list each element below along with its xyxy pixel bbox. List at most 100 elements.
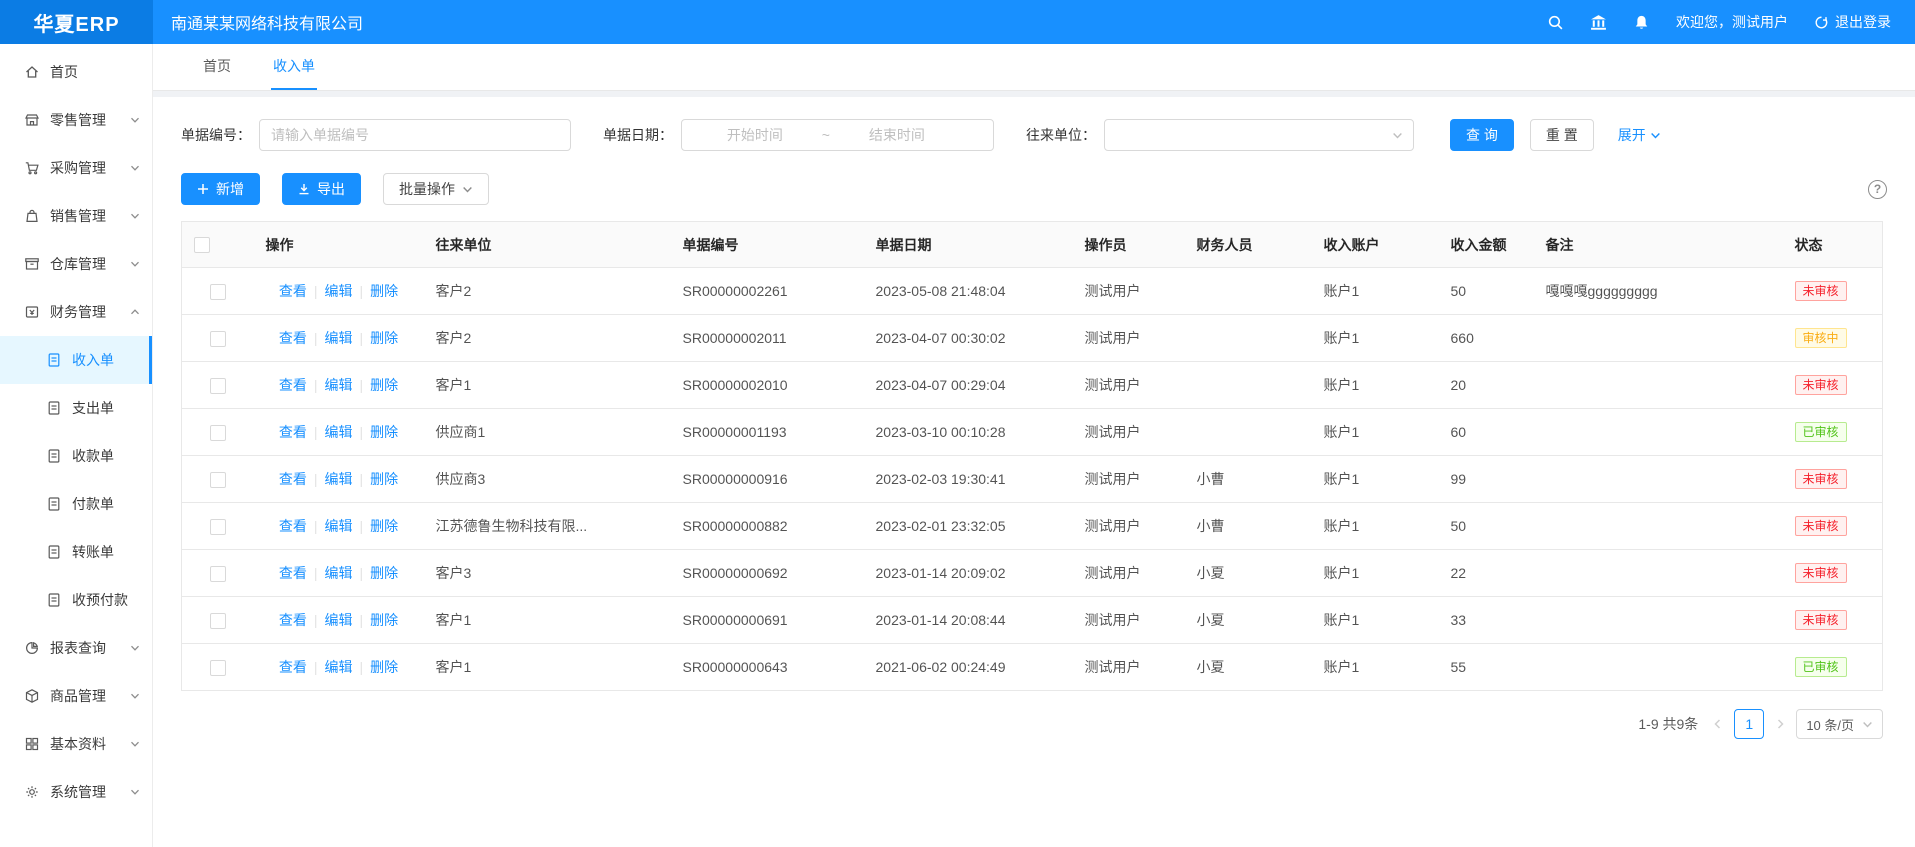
retail-icon xyxy=(24,112,40,128)
view-link[interactable]: 查看 xyxy=(279,471,307,487)
row-checkbox[interactable] xyxy=(210,660,226,676)
page-size-select[interactable]: 10 条/页 xyxy=(1796,709,1883,739)
cell-remark xyxy=(1534,597,1783,644)
sales-icon xyxy=(24,208,40,224)
view-link[interactable]: 查看 xyxy=(279,424,307,440)
sidebar-item-label: 采购管理 xyxy=(50,158,130,178)
app-logo: 华夏ERP xyxy=(0,0,153,44)
edit-link[interactable]: 编辑 xyxy=(325,612,353,628)
edit-link[interactable]: 编辑 xyxy=(325,330,353,346)
welcome-text: 欢迎您，测试用户 xyxy=(1676,12,1788,32)
export-button[interactable]: 导出 xyxy=(282,173,361,205)
edit-link[interactable]: 编辑 xyxy=(325,471,353,487)
view-link[interactable]: 查看 xyxy=(279,612,307,628)
logout-label: 退出登录 xyxy=(1835,12,1891,32)
row-checkbox[interactable] xyxy=(210,425,226,441)
edit-link[interactable]: 编辑 xyxy=(325,424,353,440)
status-badge: 未审核 xyxy=(1795,469,1847,489)
view-link[interactable]: 查看 xyxy=(279,330,307,346)
sidebar-item-goods[interactable]: 商品管理 xyxy=(0,672,152,720)
cell-finance-staff: 小夏 xyxy=(1185,644,1312,691)
cell-account: 账户1 xyxy=(1312,503,1439,550)
delete-link[interactable]: 删除 xyxy=(370,330,398,346)
sidebar-item-reports[interactable]: 报表查询 xyxy=(0,624,152,672)
delete-link[interactable]: 删除 xyxy=(370,659,398,675)
row-checkbox[interactable] xyxy=(210,284,226,300)
row-checkbox[interactable] xyxy=(210,613,226,629)
sidebar-item-payment-bill[interactable]: 付款单 xyxy=(0,480,152,528)
reset-button[interactable]: 重 置 xyxy=(1530,119,1594,151)
sidebar-item-home[interactable]: 首页 xyxy=(0,48,152,96)
sidebar-item-warehouse[interactable]: 仓库管理 xyxy=(0,240,152,288)
search-icon[interactable] xyxy=(1547,14,1564,31)
edit-link[interactable]: 编辑 xyxy=(325,518,353,534)
edit-link[interactable]: 编辑 xyxy=(325,283,353,299)
sidebar-item-expense-bill[interactable]: 支出单 xyxy=(0,384,152,432)
edit-link[interactable]: 编辑 xyxy=(325,659,353,675)
cell-bill-date: 2023-02-03 19:30:41 xyxy=(864,456,1073,503)
delete-link[interactable]: 删除 xyxy=(370,471,398,487)
bank-icon[interactable] xyxy=(1590,14,1607,31)
add-button[interactable]: 新增 xyxy=(181,173,260,205)
status-badge: 已审核 xyxy=(1795,422,1847,442)
bell-icon[interactable] xyxy=(1633,14,1650,31)
edit-link[interactable]: 编辑 xyxy=(325,377,353,393)
cell-unit: 客户2 xyxy=(424,268,671,315)
delete-link[interactable]: 删除 xyxy=(370,283,398,299)
sidebar-item-transfer-bill[interactable]: 转账单 xyxy=(0,528,152,576)
row-checkbox[interactable] xyxy=(210,378,226,394)
date-start-input[interactable] xyxy=(690,127,820,143)
edit-link[interactable]: 编辑 xyxy=(325,565,353,581)
search-button[interactable]: 查 询 xyxy=(1450,119,1514,151)
sidebar-item-finance[interactable]: 财务管理 xyxy=(0,288,152,336)
page-number-button[interactable]: 1 xyxy=(1734,709,1764,739)
view-link[interactable]: 查看 xyxy=(279,283,307,299)
tab-income-bill[interactable]: 收入单 xyxy=(271,44,317,90)
delete-link[interactable]: 删除 xyxy=(370,612,398,628)
logout-link[interactable]: 退出登录 xyxy=(1814,12,1891,32)
sidebar-item-label: 系统管理 xyxy=(50,782,130,802)
next-page-button[interactable] xyxy=(1774,718,1786,730)
sidebar-item-system[interactable]: 系统管理 xyxy=(0,768,152,816)
delete-link[interactable]: 删除 xyxy=(370,424,398,440)
row-checkbox[interactable] xyxy=(210,472,226,488)
row-checkbox[interactable] xyxy=(210,566,226,582)
delete-link[interactable]: 删除 xyxy=(370,565,398,581)
sidebar-item-sales[interactable]: 销售管理 xyxy=(0,192,152,240)
bill-no-input[interactable] xyxy=(259,119,571,151)
sidebar-item-purchase[interactable]: 采购管理 xyxy=(0,144,152,192)
view-link[interactable]: 查看 xyxy=(279,377,307,393)
cell-bill-date: 2023-04-07 00:30:02 xyxy=(864,315,1073,362)
cell-unit: 供应商1 xyxy=(424,409,671,456)
help-icon[interactable]: ? xyxy=(1868,180,1887,199)
view-link[interactable]: 查看 xyxy=(279,565,307,581)
unit-select[interactable] xyxy=(1104,119,1414,151)
sidebar-item-basic-data[interactable]: 基本资料 xyxy=(0,720,152,768)
tab-home[interactable]: 首页 xyxy=(201,44,233,90)
delete-link[interactable]: 删除 xyxy=(370,518,398,534)
row-checkbox[interactable] xyxy=(210,519,226,535)
cell-checkbox xyxy=(182,503,254,550)
view-link[interactable]: 查看 xyxy=(279,518,307,534)
sidebar-item-advance-payment[interactable]: 收预付款 xyxy=(0,576,152,624)
row-checkbox[interactable] xyxy=(210,331,226,347)
sidebar-item-retail[interactable]: 零售管理 xyxy=(0,96,152,144)
sidebar-item-receipt-bill[interactable]: 收款单 xyxy=(0,432,152,480)
date-range-picker[interactable]: ~ xyxy=(681,119,994,151)
date-end-input[interactable] xyxy=(832,127,962,143)
view-link[interactable]: 查看 xyxy=(279,659,307,675)
batch-actions-button[interactable]: 批量操作 xyxy=(383,173,489,205)
table-row: 查看|编辑|删除 客户1 SR00000000691 2023-01-14 20… xyxy=(182,597,1883,644)
sidebar-item-label: 转账单 xyxy=(72,542,152,562)
cell-unit: 客户1 xyxy=(424,644,671,691)
expand-link[interactable]: 展开 xyxy=(1618,125,1661,145)
cell-bill-no: SR00000000692 xyxy=(671,550,864,597)
cell-bill-date: 2023-03-10 00:10:28 xyxy=(864,409,1073,456)
select-all-checkbox[interactable] xyxy=(194,237,210,253)
status-badge: 未审核 xyxy=(1795,281,1847,301)
sidebar-item-income-bill[interactable]: 收入单 xyxy=(0,336,152,384)
cell-finance-staff: 小夏 xyxy=(1185,550,1312,597)
cell-operator: 测试用户 xyxy=(1073,503,1185,550)
delete-link[interactable]: 删除 xyxy=(370,377,398,393)
prev-page-button[interactable] xyxy=(1712,718,1724,730)
